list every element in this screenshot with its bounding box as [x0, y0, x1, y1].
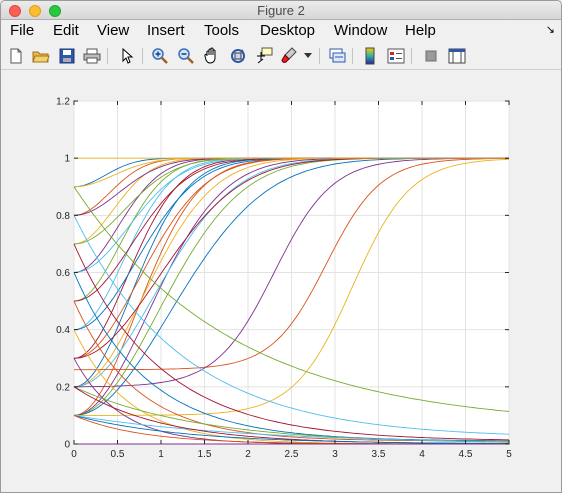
new-figure-icon[interactable]: [6, 46, 26, 66]
x-tick-label: 1: [158, 449, 164, 460]
edit-plot-icon[interactable]: [117, 46, 137, 66]
toolbar-separator: [352, 48, 353, 64]
link-plot-icon[interactable]: [327, 46, 347, 66]
x-tick-label: 5: [506, 449, 512, 460]
menu-edit[interactable]: Edit: [53, 22, 79, 39]
save-icon[interactable]: [57, 46, 77, 66]
menu-view[interactable]: View: [97, 22, 129, 39]
x-tick-label: 3.5: [372, 449, 386, 460]
y-tick-label: 1: [64, 154, 70, 165]
figure-window: Figure 2 File Edit View Insert Tools Des…: [0, 0, 562, 493]
title-bar[interactable]: Figure 2: [1, 1, 561, 20]
brush-icon[interactable]: [279, 46, 299, 66]
legend-icon[interactable]: [386, 46, 406, 66]
y-tick-label: 1.2: [56, 97, 70, 108]
y-tick-label: 0.2: [56, 382, 70, 393]
menu-file[interactable]: File: [10, 22, 34, 39]
toolbar-separator: [319, 48, 320, 64]
data-cursor-icon[interactable]: [254, 46, 274, 66]
toolbar-separator: [107, 48, 108, 64]
hide-plot-tools-icon[interactable]: [421, 46, 441, 66]
menu-help[interactable]: Help: [405, 22, 436, 39]
window-title: Figure 2: [257, 3, 305, 18]
y-tick-label: 0.8: [56, 211, 70, 222]
x-tick-label: 1.5: [198, 449, 212, 460]
x-tick-label: 3: [332, 449, 338, 460]
x-tick-label: 0: [71, 449, 77, 460]
y-tick-label: 0.4: [56, 325, 70, 336]
menu-window[interactable]: Window: [334, 22, 387, 39]
figure-canvas: 0 0.5 1 1.5 2 2.5 3 3.5 4 4.5 5 0 0.2 0.4 0.6 0.8 1 1.2: [1, 71, 561, 492]
menu-desktop[interactable]: Desktop: [260, 22, 315, 39]
menu-tools[interactable]: Tools: [204, 22, 239, 39]
x-tick-label: 2: [245, 449, 251, 460]
figure-toolbar: [1, 42, 561, 70]
y-tick-label: 0.6: [56, 268, 70, 279]
brush-dropdown-arrow-icon[interactable]: [302, 46, 314, 66]
open-file-icon[interactable]: [31, 46, 51, 66]
menu-insert[interactable]: Insert: [147, 22, 185, 39]
y-tick-label: 0: [64, 440, 70, 451]
pan-icon[interactable]: [202, 46, 222, 66]
zoom-in-icon[interactable]: [150, 46, 170, 66]
x-tick-label: 4: [419, 449, 425, 460]
toolbar-separator: [411, 48, 412, 64]
x-tick-label: 2.5: [285, 449, 299, 460]
menu-bar: File Edit View Insert Tools Desktop Wind…: [1, 20, 561, 42]
x-tick-label: 4.5: [459, 449, 473, 460]
zoom-out-icon[interactable]: [176, 46, 196, 66]
rotate-3d-icon[interactable]: [228, 46, 248, 66]
print-icon[interactable]: [82, 46, 102, 66]
show-plot-tools-icon[interactable]: [447, 46, 467, 66]
x-tick-label: 0.5: [111, 449, 125, 460]
dock-arrow-icon[interactable]: ↘: [546, 23, 555, 36]
colorbar-icon[interactable]: [360, 46, 380, 66]
toolbar-separator: [142, 48, 143, 64]
line-chart: 0 0.5 1 1.5 2 2.5 3 3.5 4 4.5 5 0 0.2 0.4 0.6 0.8 1 1.2: [56, 97, 512, 461]
